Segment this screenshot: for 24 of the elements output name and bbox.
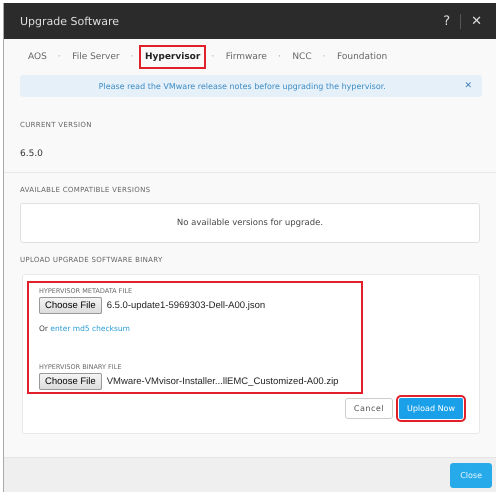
tab-separator: · (322, 52, 326, 62)
version-value: 6.5.0 (20, 149, 44, 159)
close-button[interactable]: ✕ (464, 81, 472, 91)
banner-text: Please read the VMware release notes before upgrading the hypervisor. (98, 82, 387, 90)
help-button[interactable]: ? (433, 14, 462, 28)
tab-separator: · (211, 52, 215, 62)
tab[interactable]: File Server (66, 45, 126, 69)
tab[interactable]: Firmware (220, 45, 273, 69)
file-name: 6.5.0-update1-5969303-Dell-A00.json (106, 300, 266, 311)
tab-separator: · (278, 52, 282, 62)
choose-file-button[interactable]: Choose File (39, 373, 102, 390)
tab[interactable]: AOS (22, 45, 53, 69)
tab-separator: · (58, 52, 62, 62)
file-name: VMware-VMvisor-Installer...llEMC_Customized-A00.zip (106, 376, 338, 387)
tab[interactable]: Hypervisor (138, 45, 206, 69)
empty-message: No available versions for upgrade. (176, 218, 324, 228)
close-button[interactable]: ✕ (471, 14, 482, 28)
choose-file-button[interactable]: Choose File (39, 297, 102, 314)
tab-separator: · (130, 52, 134, 62)
window-title: Upgrade Software (20, 14, 120, 28)
cancel-button[interactable]: Cancel (344, 398, 393, 419)
upload-button[interactable]: Upload Now (399, 398, 463, 419)
tab[interactable]: NCC (286, 45, 318, 69)
tab[interactable]: Foundation (331, 45, 394, 69)
